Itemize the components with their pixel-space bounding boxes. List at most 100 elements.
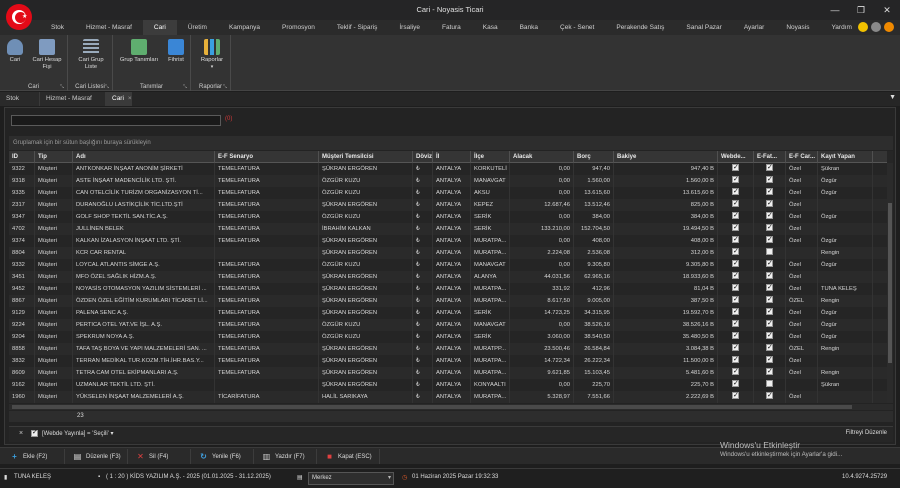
table-row[interactable]: 9162 Müşteri UZMANLAR TEKTİL LTD. ŞTİ. ŞÜKR… <box>9 379 887 391</box>
table-cell[interactable]: 9.305,80 B <box>614 259 718 271</box>
table-row[interactable]: 3451 Müşteri MFO ÖZEL SAĞLIK HİZM.A.Ş. TEME… <box>9 271 887 283</box>
efatura-checkbox[interactable] <box>754 319 786 331</box>
table-cell[interactable]: Müşteri <box>35 367 73 379</box>
webde-checkbox[interactable] <box>718 331 754 343</box>
table-cell[interactable]: 1960 <box>9 391 35 403</box>
table-row[interactable]: 8609 Müşteri TETRA CAM OTEL EKİPMANLARI A.… <box>9 367 887 379</box>
table-cell[interactable]: ŞÜKRAN ERGÖREN <box>319 271 413 283</box>
column-header-14[interactable]: Kayıt Yapan <box>818 151 873 163</box>
group-by-panel[interactable]: Gruplamak için bir sütun başlığını buray… <box>9 136 893 150</box>
table-cell[interactable]: MURATPP... <box>471 343 510 355</box>
table-cell[interactable] <box>215 379 319 391</box>
table-cell[interactable]: MURATPA... <box>471 235 510 247</box>
table-cell[interactable]: İBRAHİM KALKAN <box>319 223 413 235</box>
table-cell[interactable]: TEMELFATURA <box>215 271 319 283</box>
table-cell[interactable]: Müşteri <box>35 343 73 355</box>
table-cell[interactable]: Özel <box>786 199 818 211</box>
table-cell[interactable]: MFO ÖZEL SAĞLIK HİZM.A.Ş. <box>73 271 215 283</box>
table-cell[interactable]: 3.084,38 B <box>614 343 718 355</box>
table-cell[interactable]: TEMELFATURA <box>215 283 319 295</box>
column-header-13[interactable]: E-F Car... <box>786 151 818 163</box>
table-cell[interactable]: ŞÜKRAN ERGÖREN <box>319 295 413 307</box>
efatura-checkbox[interactable] <box>754 367 786 379</box>
menu-item-10[interactable]: Banka <box>509 20 549 35</box>
close-button[interactable]: ■ Kapat (ESC) <box>319 449 380 464</box>
table-cell[interactable]: MURATPA... <box>471 391 510 403</box>
table-cell[interactable]: JULLİNEN BELEK <box>73 223 215 235</box>
menu-item-9[interactable]: Kasa <box>472 20 509 35</box>
webde-checkbox[interactable] <box>718 271 754 283</box>
webde-checkbox[interactable] <box>718 355 754 367</box>
table-cell[interactable]: Özel <box>786 211 818 223</box>
table-cell[interactable]: ANTALYA <box>433 175 471 187</box>
menu-item-0[interactable]: Stok <box>40 20 75 35</box>
table-cell[interactable]: ₺ <box>413 355 433 367</box>
table-cell[interactable]: 81,04 B <box>614 283 718 295</box>
table-cell[interactable]: 2.536,08 <box>574 247 614 259</box>
table-cell[interactable]: Özel <box>786 235 818 247</box>
table-cell[interactable]: 9318 <box>9 175 35 187</box>
table-cell[interactable]: 408,00 B <box>614 235 718 247</box>
cari-button[interactable]: Cari <box>5 39 25 64</box>
expand-icon[interactable]: ⤡ <box>105 84 109 90</box>
table-cell[interactable]: Özgür <box>818 307 873 319</box>
table-cell[interactable]: KCR CAR RENTAL <box>73 247 215 259</box>
table-row[interactable]: 9374 Müşteri KALKAN İZALASYON İNŞAAT LTD. … <box>9 235 887 247</box>
table-cell[interactable]: Özel <box>786 307 818 319</box>
table-cell[interactable]: ANTALYA <box>433 367 471 379</box>
table-cell[interactable]: ANTALYA <box>433 283 471 295</box>
table-cell[interactable]: ANTALYA <box>433 355 471 367</box>
table-cell[interactable]: ANTALYA <box>433 343 471 355</box>
table-cell[interactable]: ŞÜKRAN ERGÖREN <box>319 379 413 391</box>
table-cell[interactable]: 9452 <box>9 283 35 295</box>
table-cell[interactable]: Müşteri <box>35 199 73 211</box>
table-row[interactable]: 8867 Müşteri ÖZDEN ÖZEL EĞİTİM KURUMLARI T… <box>9 295 887 307</box>
tab-stok[interactable]: Stok <box>0 92 40 106</box>
close-window-icon[interactable]: ✕ <box>874 0 900 20</box>
table-cell[interactable]: Rengin <box>818 343 873 355</box>
table-cell[interactable]: YÜKSELEN İNŞAAT MALZEMELERİ A.Ş. <box>73 391 215 403</box>
table-row[interactable]: 9322 Müşteri ANTKONKAR İNŞAAT ANONİM ŞİRKE… <box>9 163 887 175</box>
table-cell[interactable]: 26.222,34 <box>574 355 614 367</box>
table-cell[interactable]: TİCARİFATURA <box>215 391 319 403</box>
table-cell[interactable]: Özgür <box>818 175 873 187</box>
table-cell[interactable]: Özel <box>786 187 818 199</box>
efatura-checkbox[interactable] <box>754 187 786 199</box>
table-cell[interactable]: 3.060,00 <box>510 331 574 343</box>
table-cell[interactable]: 384,00 B <box>614 211 718 223</box>
table-cell[interactable]: ÖZEL <box>786 295 818 307</box>
webde-checkbox[interactable] <box>718 391 754 403</box>
table-cell[interactable]: 152.704,50 <box>574 223 614 235</box>
table-cell[interactable]: 9162 <box>9 379 35 391</box>
filter-enabled-checkbox[interactable] <box>31 428 38 437</box>
table-cell[interactable]: 8804 <box>9 247 35 259</box>
table-cell[interactable]: ₺ <box>413 259 433 271</box>
webde-checkbox[interactable] <box>718 187 754 199</box>
table-cell[interactable]: MANAVGAT <box>471 259 510 271</box>
table-cell[interactable]: Özel <box>786 163 818 175</box>
table-cell[interactable]: ŞÜKRAN ERGÖREN <box>319 307 413 319</box>
table-cell[interactable]: 0,00 <box>510 259 574 271</box>
table-cell[interactable]: KORKUTELİ <box>471 163 510 175</box>
table-cell[interactable]: 9322 <box>9 163 35 175</box>
table-cell[interactable]: 34.315,95 <box>574 307 614 319</box>
table-cell[interactable]: 0,00 <box>510 319 574 331</box>
tabs-dropdown-icon[interactable]: ▼ <box>889 94 896 101</box>
minimize-icon[interactable]: — <box>822 0 848 20</box>
table-cell[interactable]: UZMANLAR TEKTİL LTD. ŞTİ. <box>73 379 215 391</box>
table-cell[interactable]: 408,00 <box>574 235 614 247</box>
table-cell[interactable]: ₺ <box>413 235 433 247</box>
table-cell[interactable]: Özgür <box>818 187 873 199</box>
table-cell[interactable]: Müşteri <box>35 271 73 283</box>
table-cell[interactable]: TUNA KELEŞ <box>818 283 873 295</box>
efatura-checkbox[interactable] <box>754 307 786 319</box>
table-cell[interactable]: 12.687,46 <box>510 199 574 211</box>
table-cell[interactable]: ŞÜKRAN ERGÖREN <box>319 355 413 367</box>
table-cell[interactable]: 9374 <box>9 235 35 247</box>
table-cell[interactable]: Özel <box>786 283 818 295</box>
table-cell[interactable]: TAFA TAŞ BOYA VE YAPI MALZEMELERİ SAN. .… <box>73 343 215 355</box>
table-cell[interactable]: ANTALYA <box>433 391 471 403</box>
table-cell[interactable]: ₺ <box>413 247 433 259</box>
table-cell[interactable]: 412,96 <box>574 283 614 295</box>
table-cell[interactable]: 23.500,46 <box>510 343 574 355</box>
